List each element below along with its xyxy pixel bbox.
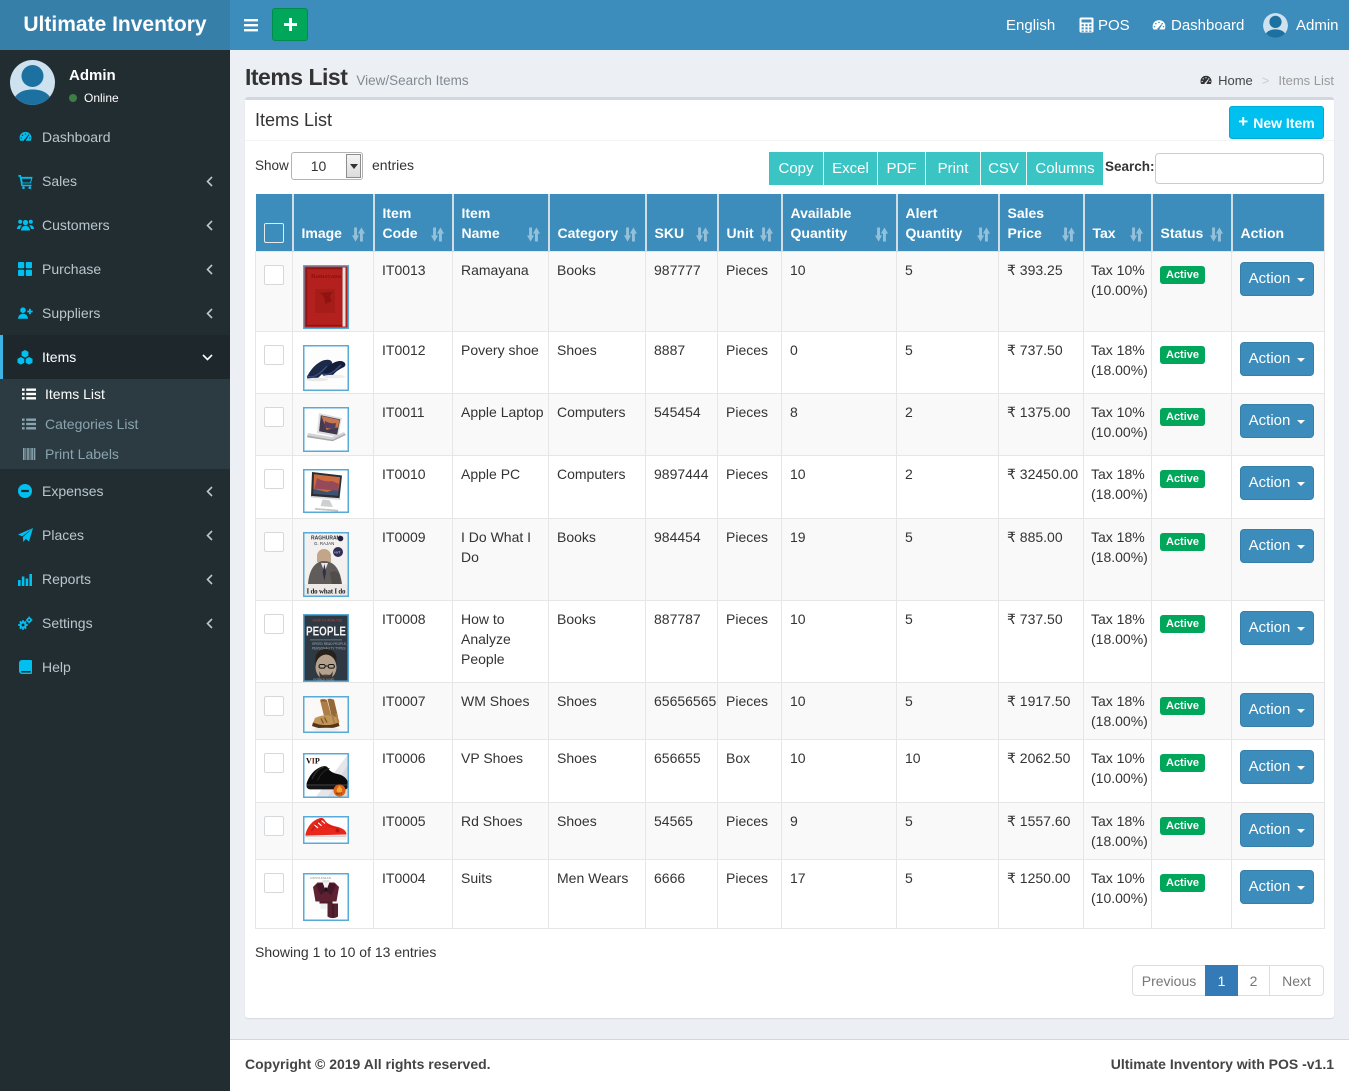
svg-text:HOW TO ANALYZE: HOW TO ANALYZE — [313, 618, 344, 622]
svg-text:I do what I do: I do what I do — [307, 587, 347, 595]
svg-text:PEOPLE: PEOPLE — [306, 623, 346, 638]
svg-text:Ramayana: Ramayana — [311, 273, 342, 280]
svg-text:HOT: HOT — [336, 791, 343, 795]
svg-text:G. RAJAN: G. RAJAN — [314, 541, 334, 546]
svg-text:SPEED READ PEOPLE,: SPEED READ PEOPLE, — [312, 642, 347, 646]
svg-text:GENTLEMAN: GENTLEMAN — [310, 876, 332, 880]
svg-text:NYT: NYT — [335, 550, 341, 554]
svg-text:VIP: VIP — [306, 756, 320, 765]
